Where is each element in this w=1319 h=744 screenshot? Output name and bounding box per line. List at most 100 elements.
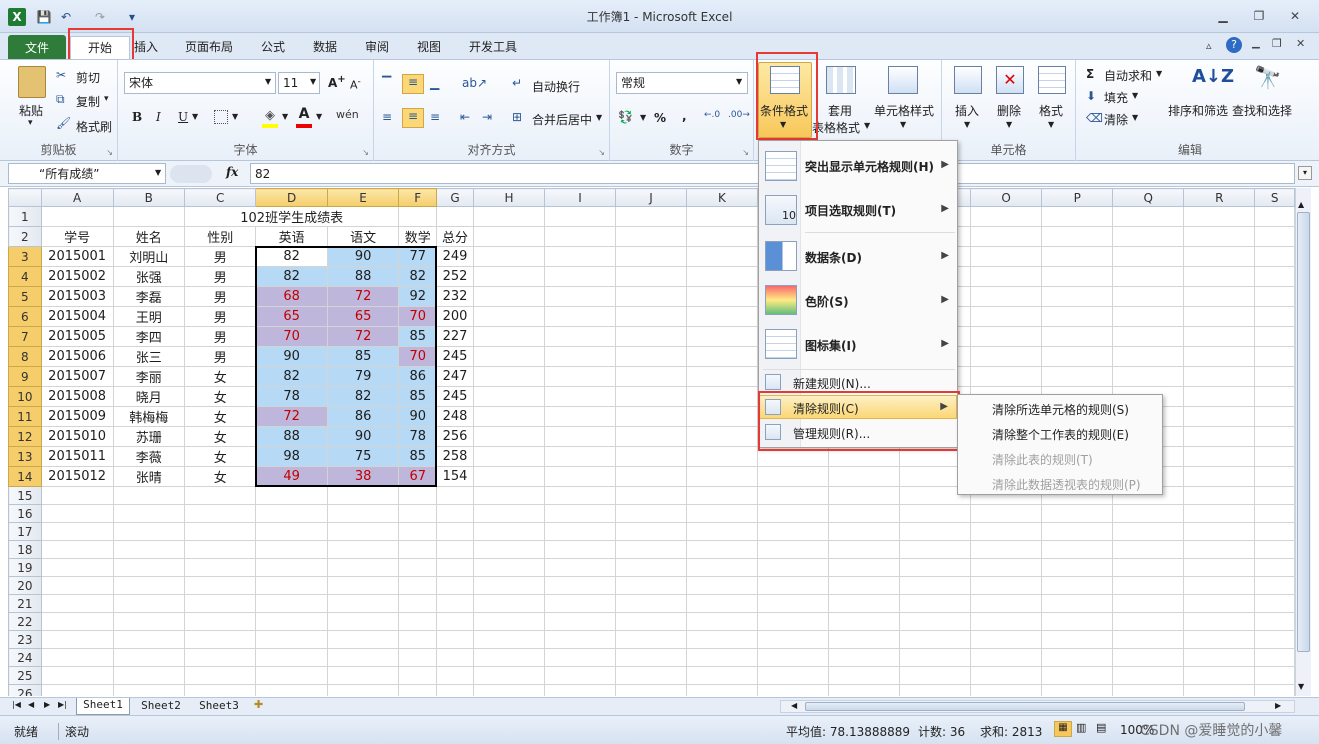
cell[interactable] (756, 594, 830, 613)
cell[interactable] (255, 594, 328, 613)
orientation-icon[interactable]: ab↗ (462, 76, 487, 90)
cell[interactable] (1183, 246, 1256, 267)
cell[interactable] (827, 594, 901, 613)
row-header[interactable]: 11 (8, 406, 42, 427)
cell[interactable] (472, 426, 546, 447)
cell[interactable] (398, 594, 438, 613)
cell[interactable] (40, 486, 114, 505)
row-header[interactable]: 7 (8, 326, 42, 347)
cell[interactable] (398, 522, 438, 541)
cell[interactable] (827, 522, 901, 541)
cell[interactable] (544, 406, 616, 427)
tab-home[interactable]: 开始 (70, 36, 130, 59)
table-cell[interactable]: 李磊 (112, 286, 186, 307)
cell[interactable] (184, 594, 257, 613)
cell[interactable] (685, 486, 758, 505)
cell[interactable] (544, 366, 616, 387)
cell[interactable] (472, 466, 546, 487)
minimize-icon[interactable]: ▁ (1214, 8, 1232, 24)
table-cell[interactable]: 245 (436, 386, 474, 407)
select-all-corner[interactable] (8, 188, 42, 207)
cell[interactable] (544, 540, 616, 559)
cell[interactable] (1183, 466, 1256, 487)
table-cell[interactable]: 男 (184, 346, 257, 367)
format-as-table-label-b[interactable]: 表格格式 (812, 119, 860, 136)
cell[interactable] (398, 630, 438, 649)
table-cell[interactable]: 刘明山 (112, 246, 186, 267)
cell[interactable] (1254, 266, 1295, 287)
cell[interactable] (614, 346, 687, 367)
cell[interactable] (1254, 576, 1295, 595)
underline-dropdown-icon[interactable]: ▼ (192, 112, 198, 121)
cell[interactable] (970, 346, 1043, 367)
cell[interactable] (1183, 612, 1256, 631)
cell[interactable] (1183, 666, 1256, 685)
cell[interactable] (1112, 366, 1185, 387)
cell[interactable] (685, 666, 758, 685)
cell[interactable] (1183, 594, 1256, 613)
table-cell[interactable]: 张三 (112, 346, 186, 367)
cell[interactable] (40, 630, 114, 649)
table-cell[interactable]: 154 (436, 466, 474, 487)
cell[interactable] (472, 666, 546, 685)
cell[interactable] (1041, 346, 1114, 367)
row-header[interactable]: 20 (8, 576, 42, 595)
cell[interactable] (436, 206, 474, 227)
cell[interactable] (112, 684, 186, 696)
cell[interactable] (614, 630, 687, 649)
cell[interactable] (614, 286, 687, 307)
scroll-down-icon[interactable]: ▼ (1298, 682, 1304, 691)
cell[interactable] (685, 366, 758, 387)
cell[interactable] (326, 576, 400, 595)
cell[interactable] (899, 684, 972, 696)
format-as-table-label-a[interactable]: 套用 (828, 102, 852, 119)
cell[interactable] (1254, 630, 1295, 649)
cell[interactable] (398, 504, 438, 523)
first-sheet-icon[interactable]: |◀ (12, 700, 21, 709)
menu-item-highlight-rules[interactable]: 突出显示单元格规则(H) ▶ (759, 147, 957, 185)
cell[interactable] (1112, 594, 1185, 613)
delete-dropdown-icon[interactable]: ▼ (1006, 120, 1012, 129)
cell[interactable] (472, 630, 546, 649)
cell[interactable] (472, 386, 546, 407)
cell[interactable] (1112, 648, 1185, 667)
cell[interactable] (112, 504, 186, 523)
column-header[interactable]: D (255, 188, 328, 207)
scroll-up-icon[interactable]: ▲ (1298, 200, 1304, 209)
accounting-format-icon[interactable]: 💱 (618, 110, 633, 124)
cell[interactable] (544, 246, 616, 267)
cell[interactable] (756, 504, 830, 523)
cell[interactable] (544, 306, 616, 327)
fill-color-dropdown-icon[interactable]: ▼ (282, 112, 288, 121)
table-cell[interactable]: 72 (326, 326, 400, 347)
cell[interactable] (1183, 346, 1256, 367)
header-cell[interactable]: 语文 (326, 226, 400, 247)
cell[interactable] (685, 386, 758, 407)
insert-function-icon[interactable]: fx (226, 165, 238, 179)
cell[interactable] (544, 666, 616, 685)
font-size-dropdown-icon[interactable]: ▼ (310, 77, 316, 86)
cell[interactable] (184, 522, 257, 541)
header-cell[interactable]: 英语 (255, 226, 328, 247)
table-cell[interactable]: 86 (326, 406, 400, 427)
cell[interactable] (1183, 386, 1256, 407)
cell[interactable] (544, 558, 616, 577)
cell[interactable] (436, 486, 474, 505)
cell[interactable] (756, 486, 830, 505)
header-cell[interactable]: 姓名 (112, 226, 186, 247)
insert-sheet-icon[interactable]: ✚ (254, 698, 263, 711)
cell[interactable] (899, 612, 972, 631)
cell[interactable] (255, 648, 328, 667)
column-header[interactable]: J (614, 188, 687, 207)
format-as-table-dropdown-icon[interactable]: ▼ (864, 121, 870, 130)
cell[interactable] (899, 522, 972, 541)
table-cell[interactable]: 女 (184, 446, 257, 467)
cell[interactable] (1183, 426, 1256, 447)
table-cell[interactable]: 252 (436, 266, 474, 287)
cell[interactable] (685, 576, 758, 595)
column-header[interactable]: Q (1112, 188, 1185, 207)
cell[interactable] (685, 286, 758, 307)
column-header[interactable]: I (544, 188, 616, 207)
cell[interactable] (685, 630, 758, 649)
cell[interactable] (1041, 206, 1114, 227)
